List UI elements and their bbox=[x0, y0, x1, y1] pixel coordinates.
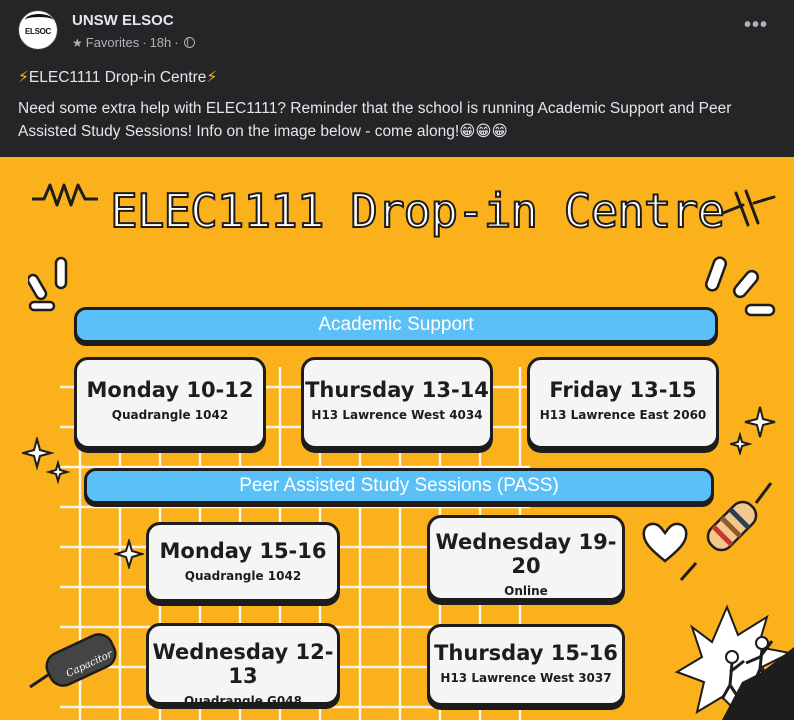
poster-title: ELEC1111 Drop-in Centre bbox=[109, 183, 726, 239]
academic-support-banner: Academic Support bbox=[74, 307, 718, 343]
session-location: Quadrangle 1042 bbox=[111, 408, 229, 422]
capacitor-symbol-icon bbox=[721, 189, 776, 227]
sparkle-icon bbox=[730, 406, 776, 455]
page-name-link[interactable]: UNSW ELSOC bbox=[72, 12, 174, 29]
session-card: Wednesday 19-20 Online bbox=[427, 515, 625, 601]
session-time: Thursday 15-16 bbox=[434, 641, 618, 665]
session-location: H13 Lawrence West 3037 bbox=[440, 671, 612, 685]
avatar[interactable]: ELSOC bbox=[18, 10, 58, 50]
post-text: ⚡ELEC1111 Drop-in Centre⚡ Need some extr… bbox=[18, 66, 786, 143]
pass-banner: Peer Assisted Study Sessions (PASS) bbox=[84, 468, 714, 504]
session-time: Friday 13-15 bbox=[549, 378, 697, 402]
sparkle-icon bbox=[114, 539, 144, 569]
session-card: Monday 10-12 Quadrangle 1042 bbox=[74, 357, 266, 449]
avatar-ring bbox=[25, 14, 53, 26]
capacitor-component-icon: Capacitor bbox=[29, 633, 117, 689]
audience-label[interactable]: Favorites bbox=[86, 35, 139, 50]
burst-lines-icon bbox=[28, 256, 68, 312]
sparkle-icon bbox=[22, 437, 71, 485]
post-time-link[interactable]: 18h bbox=[150, 35, 172, 50]
session-time: Thursday 13-14 bbox=[305, 378, 489, 402]
session-time: Wednesday 12-13 bbox=[152, 640, 334, 688]
session-location: H13 Lawrence West 4034 bbox=[311, 408, 483, 422]
avatar-text: ELSOC bbox=[24, 27, 52, 36]
session-card: Thursday 15-16 H13 Lawrence West 3037 bbox=[427, 624, 625, 706]
zigzag-icon bbox=[32, 183, 98, 207]
session-location: Quadrangle 1042 bbox=[184, 569, 302, 583]
meta-separator: · bbox=[174, 35, 179, 50]
lightning-icon: ⚡ bbox=[206, 69, 218, 86]
meta-separator: · bbox=[142, 35, 147, 50]
session-time: Wednesday 19-20 bbox=[435, 530, 617, 578]
climbers-icon bbox=[674, 604, 794, 720]
session-card: Friday 13-15 H13 Lawrence East 2060 bbox=[527, 357, 719, 449]
session-card: Monday 15-16 Quadrangle 1042 bbox=[146, 522, 340, 602]
session-location: H13 Lawrence East 2060 bbox=[539, 408, 707, 422]
session-location: Online bbox=[504, 584, 548, 598]
globe-icon bbox=[183, 37, 195, 48]
post-body: Need some extra help with ELEC1111? Remi… bbox=[18, 100, 732, 140]
post-meta: ★ Favorites · 18h · bbox=[72, 35, 195, 50]
session-card: Thursday 13-14 H13 Lawrence West 4034 bbox=[301, 357, 493, 449]
session-card: Wednesday 12-13 Quadrangle G048 bbox=[146, 623, 340, 708]
post-title-line: ⚡ELEC1111 Drop-in Centre⚡ bbox=[18, 66, 786, 89]
lightning-icon: ⚡ bbox=[18, 69, 29, 86]
session-location: Quadrangle G048 bbox=[184, 694, 302, 708]
post-title: ELEC1111 Drop-in Centre bbox=[28, 69, 207, 86]
more-options-button[interactable]: ••• bbox=[744, 14, 768, 37]
star-icon: ★ bbox=[72, 35, 83, 50]
session-time: Monday 10-12 bbox=[86, 378, 254, 402]
post-header: ELSOC UNSW ELSOC ★ Favorites · 18h · ••• bbox=[0, 0, 794, 62]
post-image[interactable]: ELEC1111 Drop-in Centre Capacitor Academ… bbox=[0, 157, 794, 720]
session-time: Monday 15-16 bbox=[159, 539, 327, 563]
